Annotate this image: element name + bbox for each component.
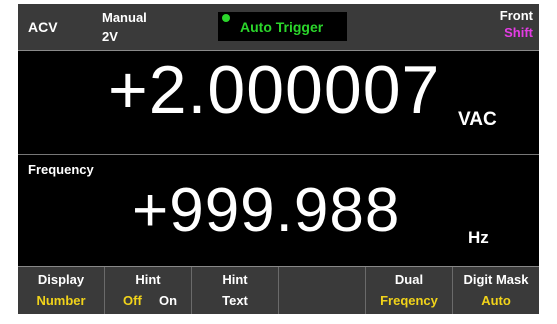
softkey-display[interactable]: Display Number [18, 267, 105, 314]
softkey-title: Digit Mask [463, 272, 529, 287]
range-mode: Manual [102, 10, 147, 25]
softkey-title: Hint [135, 272, 161, 287]
softkey-title: Hint [222, 272, 248, 287]
softkey-hint-toggle[interactable]: Hint Off On [105, 267, 192, 314]
softkey-title: Display [37, 272, 85, 287]
main-reading: +2.000007 [108, 52, 441, 128]
softkey-value: Auto [481, 293, 511, 308]
softkey-value: Freqency [380, 293, 438, 308]
softkey-value: Text [222, 293, 248, 308]
trigger-label: Auto Trigger [240, 19, 324, 35]
softkey-dual[interactable]: Dual Freqency [366, 267, 453, 314]
panel-label: Front [499, 8, 533, 23]
divider [18, 154, 539, 155]
function-label: ACV [28, 19, 58, 35]
trigger-dot-icon [222, 14, 230, 22]
secondary-label: Frequency [28, 162, 94, 177]
trigger-indicator: Auto Trigger [218, 12, 347, 41]
softkey-option-off: Off [123, 293, 142, 308]
main-unit: VAC [458, 109, 497, 130]
meter-display: ACV Manual 2V Auto Trigger Front Shift +… [18, 4, 539, 314]
status-bar: ACV Manual 2V Auto Trigger Front Shift [18, 4, 539, 51]
softkey-hint-text[interactable]: Hint Text [192, 267, 279, 314]
softkey-option-on: On [159, 293, 178, 308]
softkey-empty[interactable] [279, 267, 366, 314]
softkey-bar: Display Number Hint Off On Hint Text Dua… [18, 266, 539, 314]
softkey-digit-mask[interactable]: Digit Mask Auto [453, 267, 539, 314]
softkey-value: Number [36, 293, 86, 308]
secondary-unit: Hz [468, 228, 489, 247]
secondary-reading: +999.988 [132, 176, 401, 245]
shift-indicator: Shift [504, 25, 533, 40]
softkey-title: Dual [394, 272, 424, 287]
range-value: 2V [102, 29, 118, 44]
